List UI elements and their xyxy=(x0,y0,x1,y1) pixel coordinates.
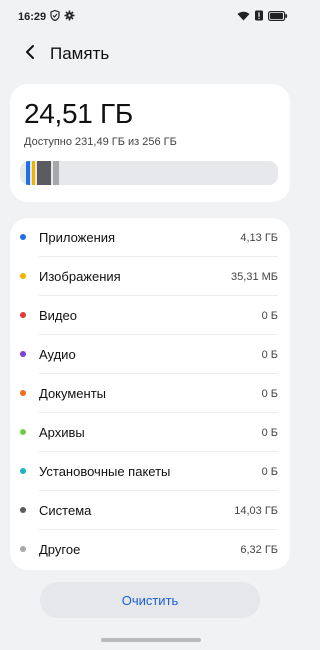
usage-bar-segment xyxy=(53,161,59,185)
category-row[interactable]: Документы 0 Б xyxy=(10,374,290,413)
category-color-dot xyxy=(20,273,26,279)
status-time: 16:29 xyxy=(18,11,47,23)
category-size: 0 Б xyxy=(261,348,278,361)
status-right xyxy=(237,10,288,24)
storage-category-list: Приложения 4,13 ГБ Изображения 35,31 МБ Виде… xyxy=(10,218,290,570)
category-size: 0 Б xyxy=(261,387,278,400)
category-label: Архивы xyxy=(39,425,85,440)
category-color-dot xyxy=(20,429,26,435)
category-size: 0 Б xyxy=(261,426,278,439)
category-size: 14,03 ГБ xyxy=(234,504,278,517)
back-button[interactable] xyxy=(14,38,46,70)
category-size: 0 Б xyxy=(261,309,278,322)
category-label: Другое xyxy=(39,542,81,557)
wifi-icon xyxy=(237,11,250,24)
shield-icon xyxy=(50,9,60,24)
category-color-dot xyxy=(20,234,26,240)
status-left: 16:29 xyxy=(18,9,75,24)
category-size: 6,32 ГБ xyxy=(240,543,278,556)
category-color-dot xyxy=(20,351,26,357)
category-row[interactable]: Изображения 35,31 МБ xyxy=(10,257,290,296)
category-row[interactable]: Архивы 0 Б xyxy=(10,413,290,452)
category-label: Документы xyxy=(39,386,107,401)
category-color-dot xyxy=(20,312,26,318)
category-row[interactable]: Аудио 0 Б xyxy=(10,335,290,374)
status-bar: 16:29 xyxy=(0,0,300,34)
alert-icon xyxy=(254,10,264,24)
category-label: Изображения xyxy=(39,269,121,284)
category-color-dot xyxy=(20,507,26,513)
battery-icon xyxy=(268,10,288,24)
usage-bar-segment xyxy=(32,161,35,185)
page-title: Память xyxy=(50,44,110,63)
category-row[interactable]: Установочные пакеты 0 Б xyxy=(10,452,290,491)
category-label: Видео xyxy=(39,308,77,323)
category-color-dot xyxy=(20,390,26,396)
category-row[interactable]: Система 14,03 ГБ xyxy=(10,491,290,530)
category-size: 4,13 ГБ xyxy=(240,231,278,244)
category-label: Система xyxy=(39,503,92,518)
category-label: Аудио xyxy=(39,347,76,362)
chevron-left-icon xyxy=(24,44,36,65)
category-row[interactable]: Приложения 4,13 ГБ xyxy=(10,218,290,257)
category-label: Приложения xyxy=(39,230,116,245)
category-size: 35,31 МБ xyxy=(231,270,278,283)
category-color-dot xyxy=(20,468,26,474)
category-row[interactable]: Видео 0 Б xyxy=(10,296,290,335)
storage-usage-bar xyxy=(20,161,278,185)
nav-header: Память xyxy=(0,34,300,74)
usage-bar-segment xyxy=(37,161,51,185)
home-indicator xyxy=(101,638,201,642)
gear-icon xyxy=(64,10,75,24)
category-size: 0 Б xyxy=(261,465,278,478)
storage-summary-card: 24,51 ГБ Доступно 231,49 ГБ из 256 ГБ xyxy=(10,84,290,202)
usage-bar-segment xyxy=(26,161,30,185)
category-color-dot xyxy=(20,546,26,552)
category-label: Установочные пакеты xyxy=(39,464,171,479)
category-row[interactable]: Другое 6,32 ГБ xyxy=(10,530,290,569)
clean-button[interactable]: Очистить xyxy=(40,582,260,618)
available-storage-text: Доступно 231,49 ГБ из 256 ГБ xyxy=(24,136,177,148)
used-storage: 24,51 ГБ xyxy=(24,98,133,129)
